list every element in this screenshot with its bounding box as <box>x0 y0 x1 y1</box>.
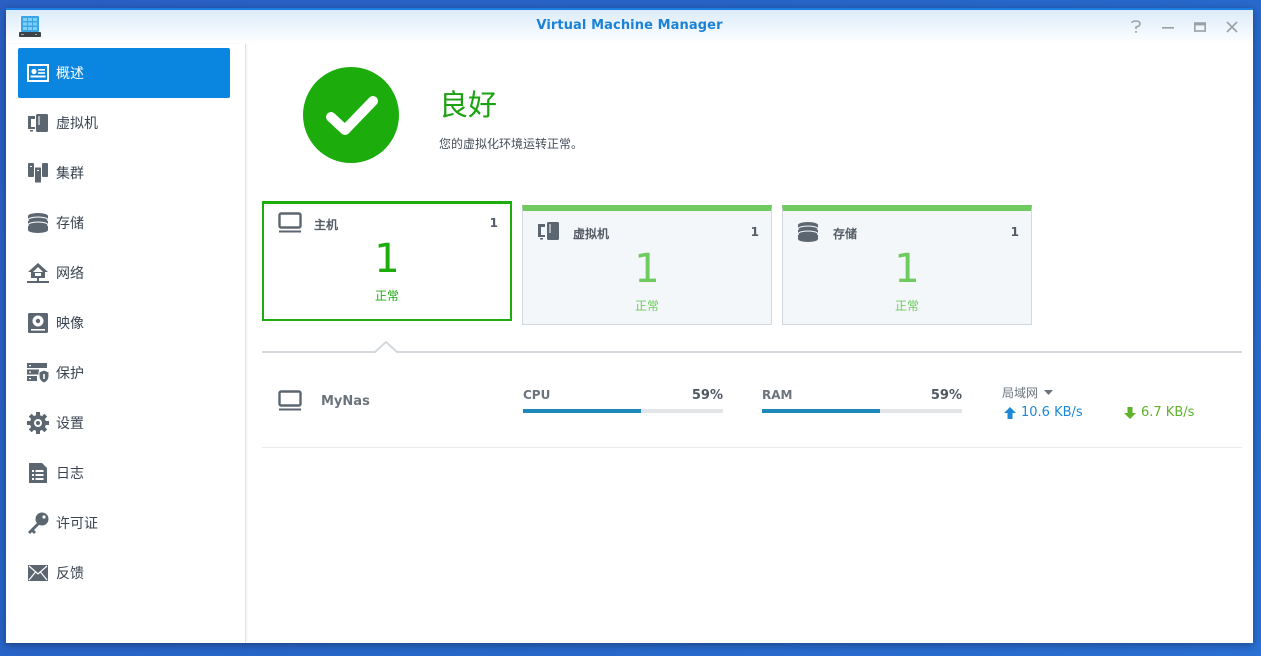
host-monitor-icon <box>278 212 304 234</box>
sidebar-item-protection[interactable]: 保护 <box>18 348 230 398</box>
storage-database-icon <box>797 221 823 243</box>
overview-panel: 良好 您的虚拟化环境运转正常。 主机 1 1 正常 虚拟机 1 1 正常 存储 <box>247 44 1253 643</box>
close-icon <box>1226 21 1238 33</box>
title-bar[interactable]: Virtual Machine Manager <box>6 10 1253 44</box>
sidebar-item-label: 存储 <box>56 216 84 232</box>
card-state: 正常 <box>894 299 919 313</box>
card-label: 虚拟机 <box>573 227 610 241</box>
upload-speed-value: 10.6 KB/s <box>1021 405 1083 420</box>
sidebar-item-license[interactable]: 许可证 <box>18 498 230 548</box>
network-interface-selector[interactable]: 局域网 <box>1002 384 1232 401</box>
vmm-window: Virtual Machine Manager 概述 虚拟机 集群 存储 网络 … <box>6 8 1253 643</box>
sidebar-item-settings[interactable]: 设置 <box>18 398 230 448</box>
overview-card-icon <box>26 61 50 85</box>
cpu-value: 59% <box>691 388 723 403</box>
storage-database-icon <box>26 211 50 235</box>
cpu-usage: CPU 59% <box>523 388 723 413</box>
card-healthy-count: 1 <box>374 236 400 282</box>
sidebar-item-cluster[interactable]: 集群 <box>18 148 230 198</box>
sidebar-item-label: 映像 <box>56 316 84 332</box>
chevron-down-icon <box>1044 389 1054 395</box>
card-count: 1 <box>489 216 498 230</box>
download-arrow-icon <box>1124 406 1136 419</box>
sidebar-item-image[interactable]: 映像 <box>18 298 230 348</box>
status-title: 良好 <box>439 88 498 122</box>
cpu-progress-fill <box>523 409 641 413</box>
cluster-icon <box>26 161 50 185</box>
host-row[interactable]: MyNas CPU 59% RAM 59% 局域网 10.6 KB/s 6.7 … <box>262 364 1242 448</box>
card-state: 正常 <box>374 289 399 303</box>
minimize-icon <box>1162 27 1174 29</box>
sidebar-item-label: 日志 <box>56 466 84 482</box>
sidebar-item-feedback[interactable]: 反馈 <box>18 548 230 598</box>
ram-usage: RAM 59% <box>762 388 962 413</box>
sidebar-item-label: 设置 <box>56 416 84 432</box>
sidebar-item-overview[interactable]: 概述 <box>18 48 230 98</box>
sidebar-item-log[interactable]: 日志 <box>18 448 230 498</box>
image-disc-icon <box>26 311 50 335</box>
selected-card-pointer-divider <box>262 340 1242 354</box>
host-monitor-icon <box>278 390 302 412</box>
sidebar-item-storage[interactable]: 存储 <box>18 198 230 248</box>
network-interface-label: 局域网 <box>1002 386 1039 400</box>
storage-summary-card[interactable]: 存储 1 1 正常 <box>782 205 1032 325</box>
sidebar-item-network[interactable]: 网络 <box>18 248 230 298</box>
log-document-icon <box>26 461 50 485</box>
ram-progress-fill <box>762 409 880 413</box>
card-label: 存储 <box>833 227 858 241</box>
help-icon <box>1131 20 1141 33</box>
host-name: MyNas <box>321 394 370 409</box>
download-speed-value: 6.7 KB/s <box>1141 405 1195 420</box>
maximize-button[interactable] <box>1191 18 1209 36</box>
ram-progress-bar <box>762 409 962 413</box>
minimize-button[interactable] <box>1159 18 1177 36</box>
sidebar-item-label: 集群 <box>56 166 84 182</box>
sidebar-item-label: 反馈 <box>56 566 84 582</box>
virtual-machine-icon <box>26 111 50 135</box>
network-house-icon <box>26 261 50 285</box>
window-title: Virtual Machine Manager <box>536 18 723 33</box>
upload-arrow-icon <box>1004 406 1016 419</box>
sidebar: 概述 虚拟机 集群 存储 网络 映像 保护 设置 日志 许可证 反馈 <box>6 44 246 643</box>
upload-speed: 10.6 KB/s <box>1004 405 1083 420</box>
cpu-progress-bar <box>523 409 723 413</box>
card-healthy-count: 1 <box>894 246 920 292</box>
download-speed: 6.7 KB/s <box>1124 405 1194 420</box>
close-button[interactable] <box>1223 18 1241 36</box>
license-key-icon <box>26 511 50 535</box>
feedback-envelope-icon <box>26 561 50 585</box>
card-label: 主机 <box>314 218 339 232</box>
sidebar-item-label: 保护 <box>56 366 84 382</box>
protection-shield-icon <box>26 361 50 385</box>
network-usage: 局域网 10.6 KB/s 6.7 KB/s <box>1002 384 1232 420</box>
sidebar-item-label: 许可证 <box>56 516 98 532</box>
sidebar-item-label: 虚拟机 <box>56 116 98 132</box>
card-state: 正常 <box>634 299 659 313</box>
gear-icon <box>26 411 50 435</box>
sidebar-item-label: 网络 <box>56 266 84 282</box>
maximize-icon <box>1193 22 1206 32</box>
ram-value: 59% <box>930 388 962 403</box>
vm-summary-card[interactable]: 虚拟机 1 1 正常 <box>522 205 772 325</box>
card-count: 1 <box>750 225 759 239</box>
sidebar-item-virtual-machine[interactable]: 虚拟机 <box>18 98 230 148</box>
status-ok-icon <box>303 67 399 163</box>
status-description: 您的虚拟化环境运转正常。 <box>439 137 584 151</box>
card-count: 1 <box>1010 225 1019 239</box>
card-healthy-count: 1 <box>634 246 660 292</box>
sidebar-item-label: 概述 <box>56 66 84 82</box>
host-summary-card[interactable]: 主机 1 1 正常 <box>262 201 512 321</box>
help-button[interactable] <box>1127 18 1145 36</box>
virtual-machine-icon <box>537 221 563 243</box>
